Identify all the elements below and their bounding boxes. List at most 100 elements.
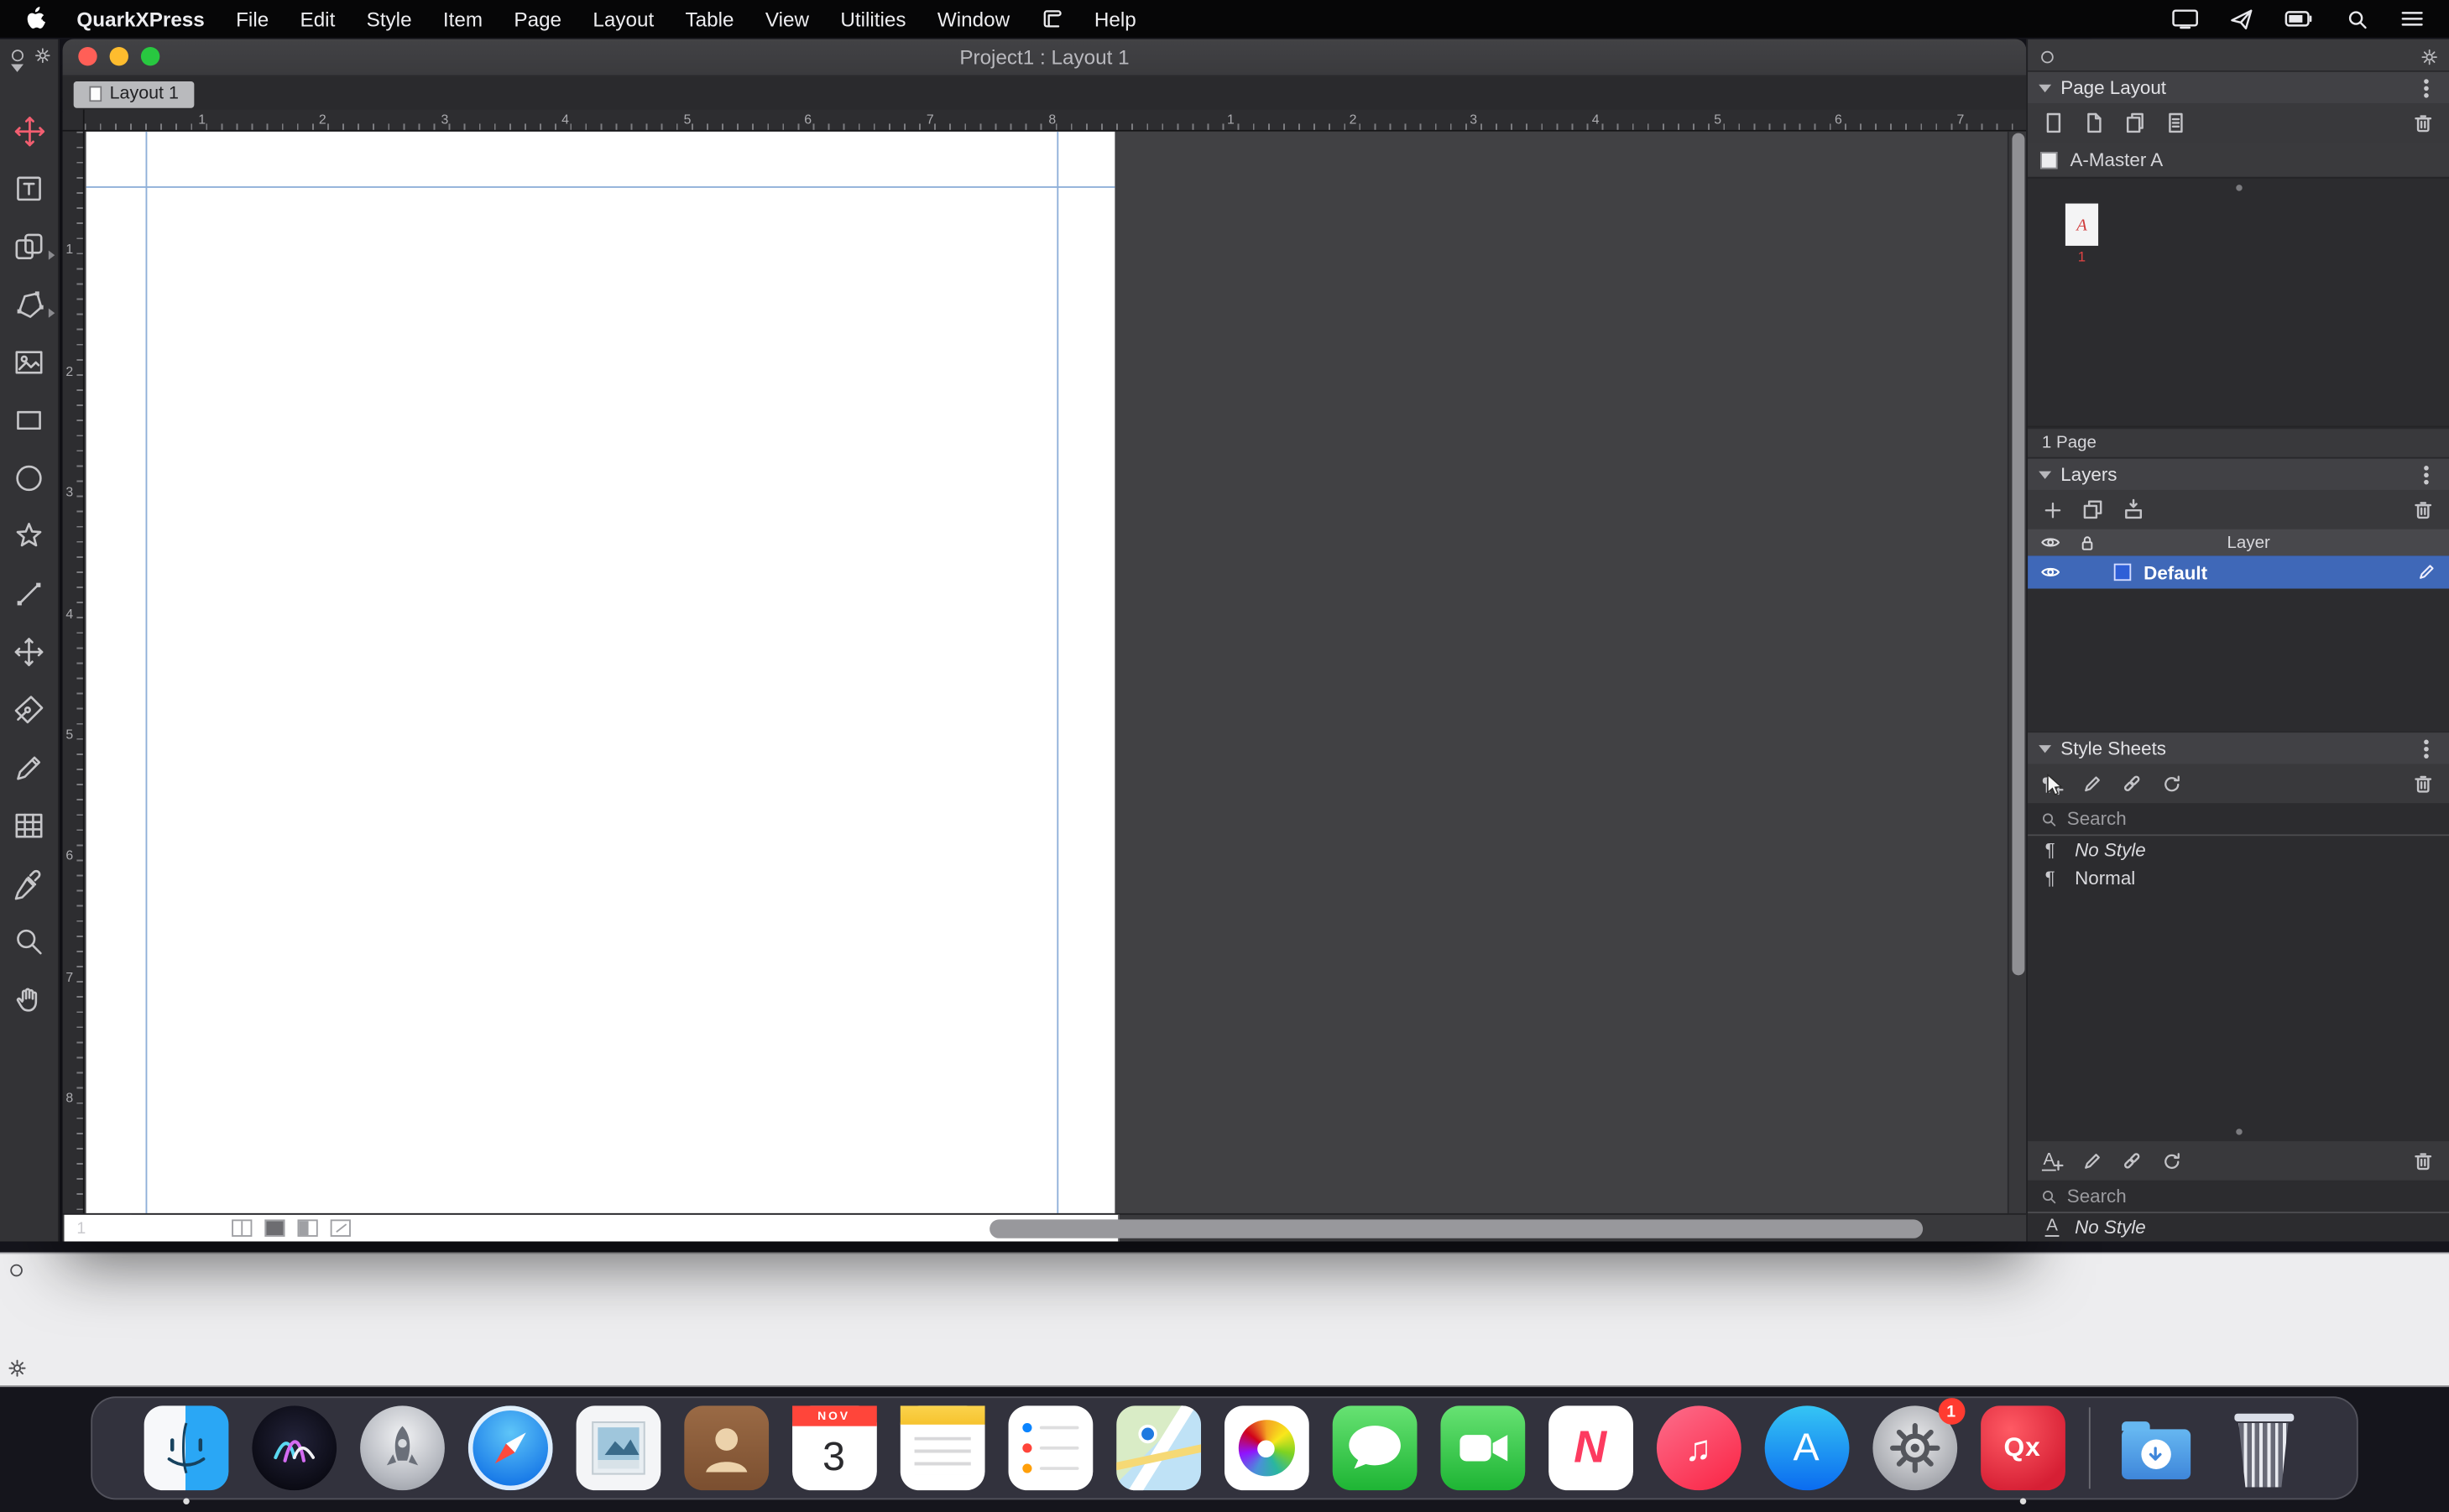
- menu-app-name[interactable]: QuarkXPress: [61, 7, 221, 30]
- palette-settings-gear-icon[interactable]: [8, 1358, 26, 1377]
- dock-contacts-icon[interactable]: [683, 1405, 768, 1490]
- delete-layer-icon[interactable]: [2411, 498, 2435, 521]
- master-page-row[interactable]: A-Master A: [2028, 143, 2449, 177]
- view-single-page-button[interactable]: [264, 1219, 285, 1237]
- disclosure-icon[interactable]: [2039, 744, 2051, 752]
- layers-header[interactable]: Layers: [2028, 459, 2449, 490]
- dock-appstore-icon[interactable]: A: [1764, 1405, 1849, 1490]
- new-layer-icon[interactable]: [2042, 498, 2064, 520]
- apple-menu[interactable]: [9, 6, 61, 31]
- zoom-window-button[interactable]: [141, 47, 159, 65]
- text-unlinking-tool[interactable]: [9, 285, 49, 325]
- dock-trash-icon[interactable]: [2222, 1405, 2306, 1490]
- dock-system-preferences-icon[interactable]: 1: [1872, 1405, 1956, 1490]
- zoom-tool[interactable]: [9, 922, 49, 962]
- panel-resize-handle[interactable]: [2235, 1129, 2241, 1134]
- dock-launchpad-icon[interactable]: [359, 1405, 444, 1490]
- starburst-tool[interactable]: [9, 517, 49, 556]
- menu-item[interactable]: Edit: [285, 7, 351, 30]
- menu-item[interactable]: View: [749, 7, 824, 30]
- display-status-icon[interactable]: [2172, 8, 2199, 29]
- notification-center-icon[interactable]: [2400, 9, 2424, 28]
- palette-menu-icon[interactable]: [2415, 746, 2438, 751]
- table-tool[interactable]: [9, 806, 49, 846]
- dock-downloads-icon[interactable]: [2113, 1405, 2198, 1490]
- bezier-pen-tool[interactable]: [9, 691, 49, 730]
- page-number-field[interactable]: 1: [64, 1215, 1120, 1242]
- close-window-button[interactable]: [78, 47, 97, 65]
- menu-item[interactable]: Utilities: [825, 7, 922, 30]
- dock-reminders-icon[interactable]: [1008, 1405, 1093, 1490]
- vertical-scrollbar-thumb[interactable]: [2012, 133, 2024, 976]
- dock-messages-icon[interactable]: [1332, 1405, 1417, 1490]
- dock-notes-icon[interactable]: [900, 1405, 984, 1490]
- right-margin-guide[interactable]: [1057, 132, 1058, 1213]
- picture-content-tool[interactable]: [9, 343, 49, 383]
- view-spreads-button[interactable]: [232, 1219, 252, 1237]
- dock-safari-icon[interactable]: [467, 1405, 552, 1490]
- tools-disclosure-icon[interactable]: [11, 64, 23, 98]
- spotlight-search-icon[interactable]: [2346, 7, 2369, 30]
- left-margin-guide[interactable]: [146, 132, 148, 1213]
- link-style-icon[interactable]: [2120, 1149, 2144, 1172]
- text-linking-tool[interactable]: [9, 227, 49, 267]
- disclosure-icon[interactable]: [2039, 471, 2051, 478]
- update-style-icon[interactable]: [2161, 773, 2183, 795]
- top-margin-guide[interactable]: [86, 186, 1115, 188]
- new-master-page-icon[interactable]: [2082, 111, 2106, 134]
- vertical-scrollbar[interactable]: [2008, 132, 2026, 1213]
- menu-item[interactable]: Table: [670, 7, 749, 30]
- minimize-window-button[interactable]: [110, 47, 128, 65]
- battery-status-icon[interactable]: [2285, 9, 2314, 28]
- dock-maps-icon[interactable]: [1115, 1405, 1200, 1490]
- palette-collapse-icon[interactable]: [2039, 48, 2056, 65]
- character-style-search[interactable]: Search: [2028, 1181, 2449, 1213]
- delete-style-icon[interactable]: [2411, 772, 2435, 795]
- palette-collapse-icon[interactable]: [8, 1262, 25, 1280]
- dock-mail-icon[interactable]: [576, 1405, 661, 1490]
- menu-item[interactable]: Item: [427, 7, 499, 30]
- document-canvas[interactable]: [85, 132, 2027, 1213]
- vertical-ruler[interactable]: 12345678: [63, 132, 85, 1213]
- dock-news-icon[interactable]: N: [1548, 1405, 1632, 1490]
- dock-finder-icon[interactable]: [144, 1405, 228, 1490]
- new-page-icon[interactable]: [2042, 111, 2065, 134]
- merge-layers-icon[interactable]: [2122, 498, 2145, 521]
- script-menu-icon[interactable]: [1026, 8, 1078, 29]
- freehand-pencil-tool[interactable]: [9, 748, 49, 788]
- ruler-origin-corner[interactable]: [63, 110, 85, 132]
- menu-item[interactable]: File: [220, 7, 284, 30]
- line-tool[interactable]: [9, 575, 49, 614]
- airdrop-status-icon[interactable]: [2230, 7, 2253, 30]
- horizontal-ruler[interactable]: 123456781234567: [85, 110, 2027, 132]
- item-move-tool[interactable]: [9, 633, 49, 672]
- delete-page-icon[interactable]: [2411, 111, 2435, 134]
- duplicate-layer-icon[interactable]: [2081, 498, 2105, 521]
- edit-style-icon[interactable]: [2081, 773, 2103, 795]
- horizontal-scrollbar[interactable]: [990, 1219, 1923, 1238]
- palette-menu-icon[interactable]: [2415, 472, 2438, 477]
- delete-style-icon[interactable]: [2411, 1149, 2435, 1172]
- menu-item[interactable]: Window: [922, 7, 1026, 30]
- oval-box-tool[interactable]: [9, 459, 49, 498]
- paragraph-style-row[interactable]: ¶ Normal: [2028, 864, 2449, 893]
- pages-area[interactable]: A 1: [2028, 177, 2449, 428]
- page-1[interactable]: [86, 132, 1115, 1213]
- dock-quarkxpress-icon[interactable]: Qx: [1980, 1405, 2065, 1490]
- lock-column-icon[interactable]: [2078, 533, 2097, 551]
- panel-resize-handle[interactable]: [2235, 185, 2241, 190]
- menu-item-help[interactable]: Help: [1078, 7, 1151, 30]
- edit-layer-icon[interactable]: [2416, 562, 2436, 582]
- style-sheets-header[interactable]: Style Sheets: [2028, 733, 2449, 764]
- visibility-column-icon[interactable]: [2040, 532, 2060, 552]
- duplicate-page-icon[interactable]: [2123, 111, 2147, 134]
- layout-tab[interactable]: Layout 1: [74, 81, 195, 107]
- layer-row[interactable]: Default: [2028, 555, 2449, 588]
- paragraph-style-search[interactable]: Search: [2028, 803, 2449, 836]
- disclosure-icon[interactable]: [2039, 84, 2051, 91]
- page-layout-header[interactable]: Page Layout: [2028, 72, 2449, 103]
- page-properties-icon[interactable]: [2164, 111, 2187, 134]
- item-tool[interactable]: [9, 111, 49, 150]
- dock-calendar-icon[interactable]: NOV 3: [791, 1405, 876, 1490]
- new-character-style-icon[interactable]: A: [2042, 1151, 2064, 1170]
